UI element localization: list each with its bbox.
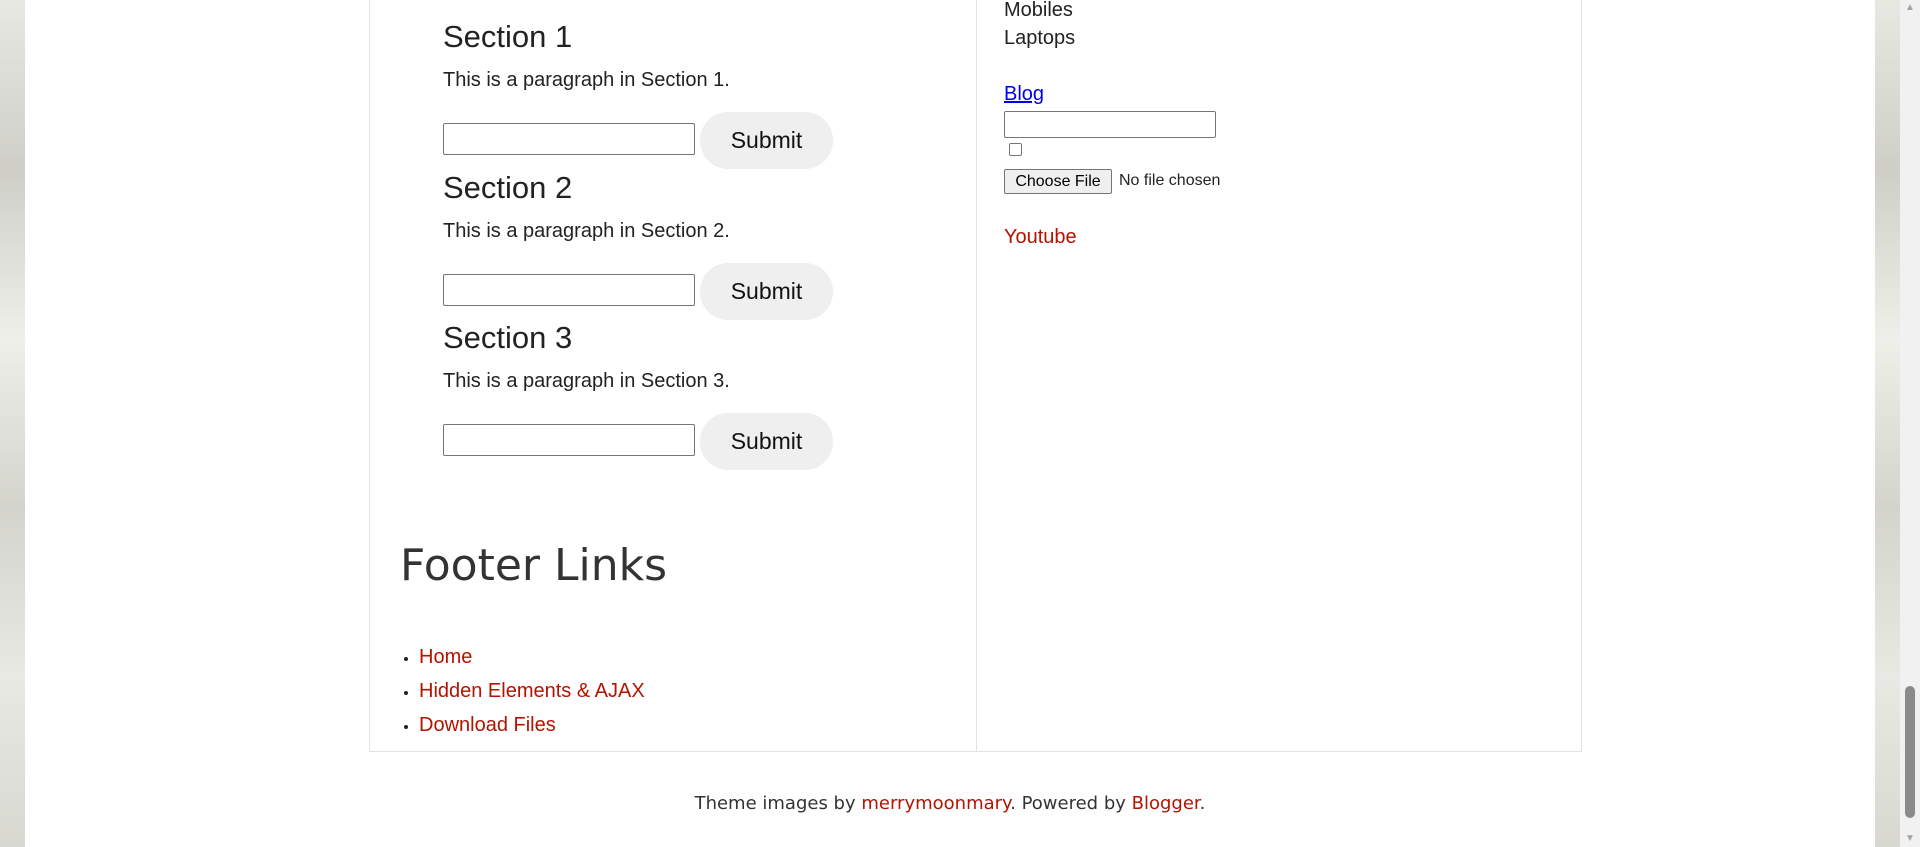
section-text-input[interactable] bbox=[443, 424, 695, 456]
credits-prefix: Theme images by bbox=[694, 793, 862, 814]
attribution-footer: Theme images by merrymoonmary. Powered b… bbox=[25, 792, 1875, 816]
credits-author-link[interactable]: merrymoonmary bbox=[861, 793, 1010, 814]
youtube-link[interactable]: Youtube bbox=[1004, 225, 1077, 249]
section-title: Section 1 bbox=[443, 19, 573, 54]
sidebar-text-input[interactable] bbox=[1004, 111, 1216, 138]
vertical-scrollbar[interactable]: ▲ ▼ bbox=[1900, 0, 1920, 847]
section-form: Submit bbox=[443, 263, 863, 321]
section-1: Section 1 This is a paragraph in Section… bbox=[443, 19, 863, 169]
submit-button[interactable]: Submit bbox=[700, 112, 833, 169]
choose-file-button[interactable]: Choose File bbox=[1004, 169, 1112, 194]
triangle-up-icon[interactable]: ▲ bbox=[1900, 0, 1920, 16]
sidebar-checkbox[interactable] bbox=[1009, 143, 1022, 156]
sidebar-item-mobiles: Mobiles bbox=[1004, 0, 1073, 21]
section-form: Submit bbox=[443, 413, 863, 471]
scrollbar-thumb[interactable] bbox=[1905, 686, 1915, 818]
submit-button[interactable]: Submit bbox=[700, 413, 833, 470]
credits-platform-link[interactable]: Blogger bbox=[1132, 793, 1200, 814]
footer-link-hidden-elements[interactable]: Hidden Elements & AJAX bbox=[419, 680, 645, 702]
main-column: Section 1 This is a paragraph in Section… bbox=[369, 0, 977, 752]
footer-link-download-files[interactable]: Download Files bbox=[419, 714, 556, 736]
section-2: Section 2 This is a paragraph in Section… bbox=[443, 170, 863, 320]
credits-suffix: . bbox=[1199, 793, 1206, 814]
file-status-text: No file chosen bbox=[1119, 172, 1221, 189]
submit-button[interactable]: Submit bbox=[700, 263, 833, 320]
section-title: Section 2 bbox=[443, 170, 573, 205]
section-form: Submit bbox=[443, 112, 863, 170]
list-item: Download Files bbox=[419, 708, 645, 742]
footer-link-home[interactable]: Home bbox=[419, 646, 472, 668]
section-paragraph: This is a paragraph in Section 2. bbox=[443, 220, 730, 242]
sidebar-item-laptops: Laptops bbox=[1004, 27, 1076, 49]
section-paragraph: This is a paragraph in Section 3. bbox=[443, 370, 730, 392]
triangle-down-icon[interactable]: ▼ bbox=[1900, 831, 1920, 847]
list-item: Home bbox=[419, 640, 645, 674]
background-left-strip bbox=[0, 0, 25, 847]
section-paragraph: This is a paragraph in Section 1. bbox=[443, 69, 730, 91]
background-right-strip bbox=[1875, 0, 1900, 847]
credits-middle: . Powered by bbox=[1010, 793, 1132, 814]
footer-links-list: Home Hidden Elements & AJAX Download Fil… bbox=[395, 640, 645, 742]
section-text-input[interactable] bbox=[443, 274, 695, 306]
footer-links-heading: Footer Links bbox=[400, 540, 668, 591]
list-item: Hidden Elements & AJAX bbox=[419, 674, 645, 708]
blog-link[interactable]: Blog bbox=[1004, 82, 1044, 106]
section-text-input[interactable] bbox=[443, 123, 695, 155]
section-title: Section 3 bbox=[443, 320, 573, 355]
sidebar-column: Mobiles Laptops Blog Choose File No file… bbox=[976, 0, 1582, 752]
page-content: Section 1 This is a paragraph in Section… bbox=[25, 0, 1875, 847]
section-3: Section 3 This is a paragraph in Section… bbox=[443, 320, 863, 470]
